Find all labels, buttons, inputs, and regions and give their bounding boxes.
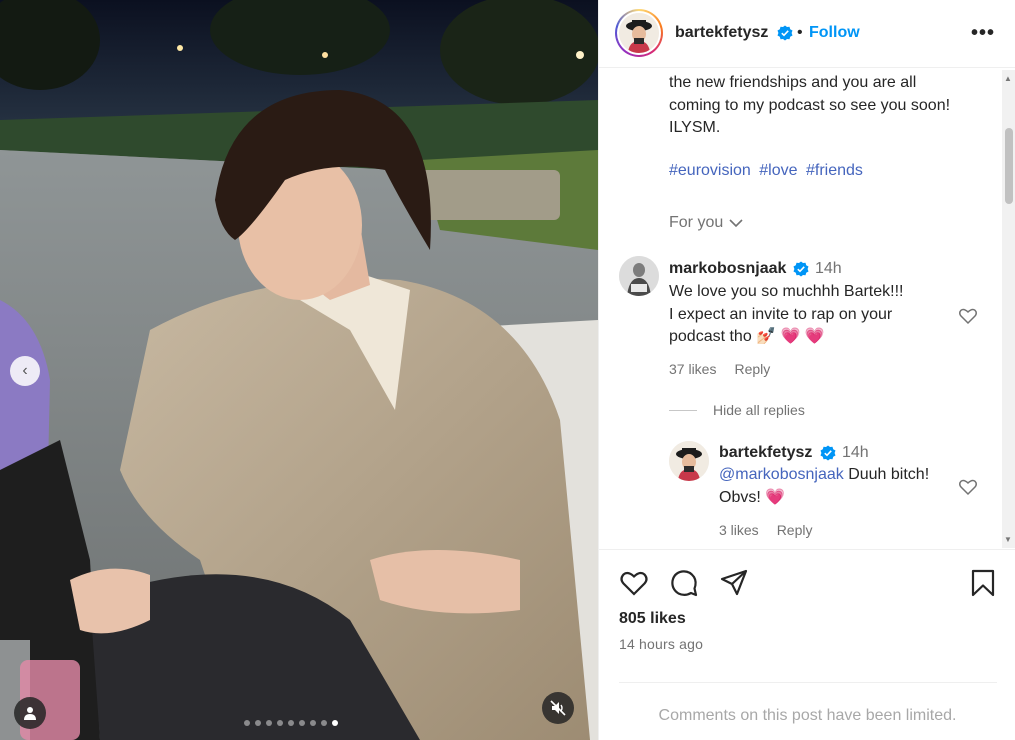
post-timestamp[interactable]: 14 hours ago — [619, 636, 703, 652]
previous-slide-button[interactable]: ‹ — [10, 356, 40, 386]
carousel-dot — [310, 720, 316, 726]
caption-line: the new friendships and you are all — [669, 74, 917, 91]
comment-like-icon[interactable] — [958, 306, 978, 326]
carousel-dot — [255, 720, 261, 726]
reply-username[interactable]: bartekfetysz — [719, 444, 812, 462]
scroll-down-arrow-icon[interactable]: ▼ — [1004, 535, 1012, 544]
share-send-icon[interactable] — [719, 568, 749, 598]
reply-text: @markobosnjaak Duuh bitch! Obvs! 💗 — [719, 464, 969, 509]
reply-button[interactable]: Reply — [734, 361, 770, 377]
comments-limited-notice: Comments on this post have been limited. — [658, 707, 957, 724]
comment-line: podcast tho 💅🏻 💗 💗 — [669, 328, 825, 345]
comment-line: We love you so muchhh Bartek!!! — [669, 283, 904, 300]
post-photo — [0, 0, 598, 740]
reply-button[interactable]: Reply — [777, 522, 813, 538]
tagged-users-button[interactable] — [14, 697, 46, 729]
for-you-label: For you — [669, 214, 724, 231]
verified-badge-icon — [793, 261, 809, 277]
header-separator: • — [797, 24, 803, 41]
comment-bubble-icon[interactable] — [669, 568, 699, 598]
hashtag-link[interactable]: #eurovision — [669, 162, 751, 179]
comment-text: We love you so muchhh Bartek!!! I expect… — [669, 281, 969, 349]
reply-line-text: Duuh bitch! — [843, 466, 930, 483]
chevron-left-icon: ‹ — [22, 362, 28, 379]
hide-replies-button[interactable]: Hide all replies — [669, 402, 805, 418]
reply-like-icon[interactable] — [958, 477, 978, 497]
reply-line: @markobosnjaak Duuh bitch! — [719, 464, 969, 487]
reply-likes[interactable]: 3 likes — [719, 522, 759, 538]
author-avatar[interactable] — [615, 9, 663, 57]
user-icon — [24, 707, 36, 720]
reply-line: Obvs! 💗 — [719, 488, 786, 506]
comment-time[interactable]: 14h — [815, 260, 842, 278]
hide-replies-label: Hide all replies — [713, 402, 805, 418]
comments-scrollbar[interactable]: ▲ ▼ — [1002, 70, 1015, 548]
carousel-dot — [244, 720, 250, 726]
post-caption: the new friendships and you are all comi… — [669, 72, 989, 140]
comment-username[interactable]: markobosnjaak — [669, 260, 786, 278]
post-actions: 805 likes 14 hours ago Comments on this … — [599, 549, 1015, 740]
scroll-up-arrow-icon[interactable]: ▲ — [1004, 74, 1012, 83]
comment-line: I expect an invite to rap on your — [669, 305, 893, 323]
comment-likes[interactable]: 37 likes — [669, 361, 716, 377]
mute-button[interactable] — [542, 692, 574, 724]
for-you-toggle[interactable]: For you — [669, 214, 743, 232]
caption-hashtags: #eurovision #love #friends — [669, 162, 867, 180]
author-username[interactable]: bartekfetysz — [675, 24, 768, 42]
like-heart-icon[interactable] — [619, 568, 649, 598]
comment-meta: 37 likes Reply — [669, 361, 770, 377]
hashtag-link[interactable]: #friends — [806, 162, 863, 179]
post-likes-count[interactable]: 805 likes — [619, 610, 686, 628]
carousel-dot — [266, 720, 272, 726]
post-media[interactable]: ‹ — [0, 0, 598, 740]
scrollbar-thumb[interactable] — [1005, 128, 1013, 204]
chevron-down-icon — [729, 219, 743, 228]
reply-time[interactable]: 14h — [842, 444, 869, 462]
divider — [619, 682, 997, 683]
carousel-indicator — [244, 720, 338, 726]
save-bookmark-icon[interactable] — [968, 568, 998, 598]
comments-list[interactable]: the new friendships and you are all comi… — [599, 69, 1015, 548]
follow-button[interactable]: Follow — [809, 24, 860, 42]
carousel-dot — [277, 720, 283, 726]
reply-avatar[interactable] — [669, 441, 709, 481]
commenter-avatar[interactable] — [619, 256, 659, 296]
reply-meta: 3 likes Reply — [719, 522, 812, 538]
mention-link[interactable]: @markobosnjaak — [719, 466, 844, 483]
carousel-dot — [321, 720, 327, 726]
author-avatar-image — [619, 13, 659, 53]
verified-badge-icon — [820, 445, 836, 461]
verified-badge-icon — [777, 25, 793, 41]
caption-line: ILYSM. — [669, 119, 721, 136]
hashtag-link[interactable]: #love — [759, 162, 797, 179]
carousel-dot — [299, 720, 305, 726]
replies-divider — [669, 409, 697, 411]
speaker-muted-icon — [550, 700, 566, 716]
commenter-avatar-image — [619, 256, 659, 296]
carousel-dot — [288, 720, 294, 726]
carousel-dot-active — [332, 720, 338, 726]
more-options-icon[interactable]: ••• — [971, 22, 995, 45]
caption-line: coming to my podcast so see you soon! — [669, 96, 951, 114]
post-side-panel: bartekfetysz • Follow ••• the new friend… — [598, 0, 1015, 740]
reply-avatar-image — [669, 441, 709, 481]
post-header: bartekfetysz • Follow ••• — [599, 0, 1015, 68]
